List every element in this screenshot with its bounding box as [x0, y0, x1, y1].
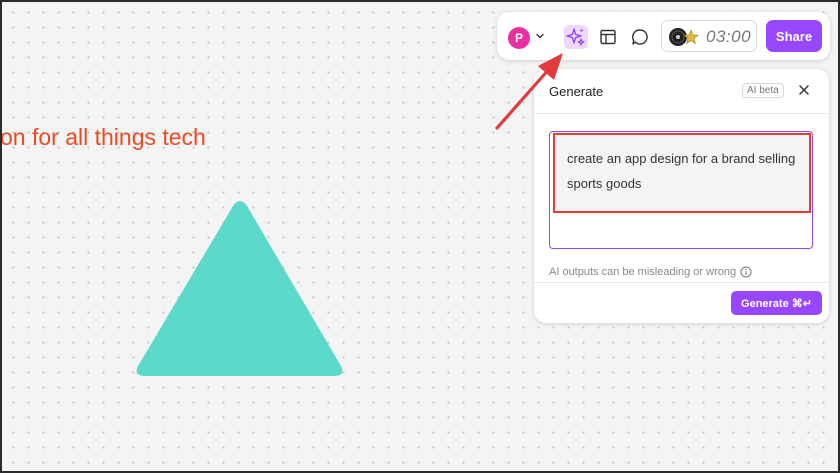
generate-button[interactable]: Generate ⌘↵	[731, 291, 822, 315]
timer-music-icon	[669, 28, 699, 46]
close-icon[interactable]	[796, 82, 812, 98]
timer-widget[interactable]: 03:00	[661, 20, 757, 52]
annotation-arrow	[495, 53, 563, 130]
layout-icon	[600, 29, 616, 45]
panel-footer-divider	[534, 282, 829, 283]
triangle-shape[interactable]	[132, 198, 347, 380]
timer-text: 03:00	[706, 27, 752, 46]
canvas-heading-text[interactable]: on for all things tech	[0, 124, 206, 151]
ai-generate-button[interactable]	[564, 25, 588, 49]
share-button[interactable]: Share	[766, 20, 822, 52]
ai-sparkle-icon	[566, 28, 585, 46]
generate-panel: Generate AI beta create an app design fo…	[534, 69, 829, 323]
disclaimer: AI outputs can be misleading or wrong	[549, 266, 752, 278]
panel-divider	[534, 113, 829, 114]
info-icon[interactable]	[740, 266, 752, 278]
annotation-highlight-box	[553, 133, 811, 213]
user-avatar[interactable]: P	[508, 27, 530, 49]
comment-icon	[632, 29, 648, 45]
layout-button[interactable]	[596, 25, 620, 49]
star-icon	[683, 29, 699, 45]
ai-beta-badge: AI beta	[742, 83, 784, 98]
disclaimer-text: AI outputs can be misleading or wrong	[549, 266, 737, 278]
chevron-down-icon[interactable]	[535, 31, 545, 41]
comment-button[interactable]	[628, 25, 652, 49]
